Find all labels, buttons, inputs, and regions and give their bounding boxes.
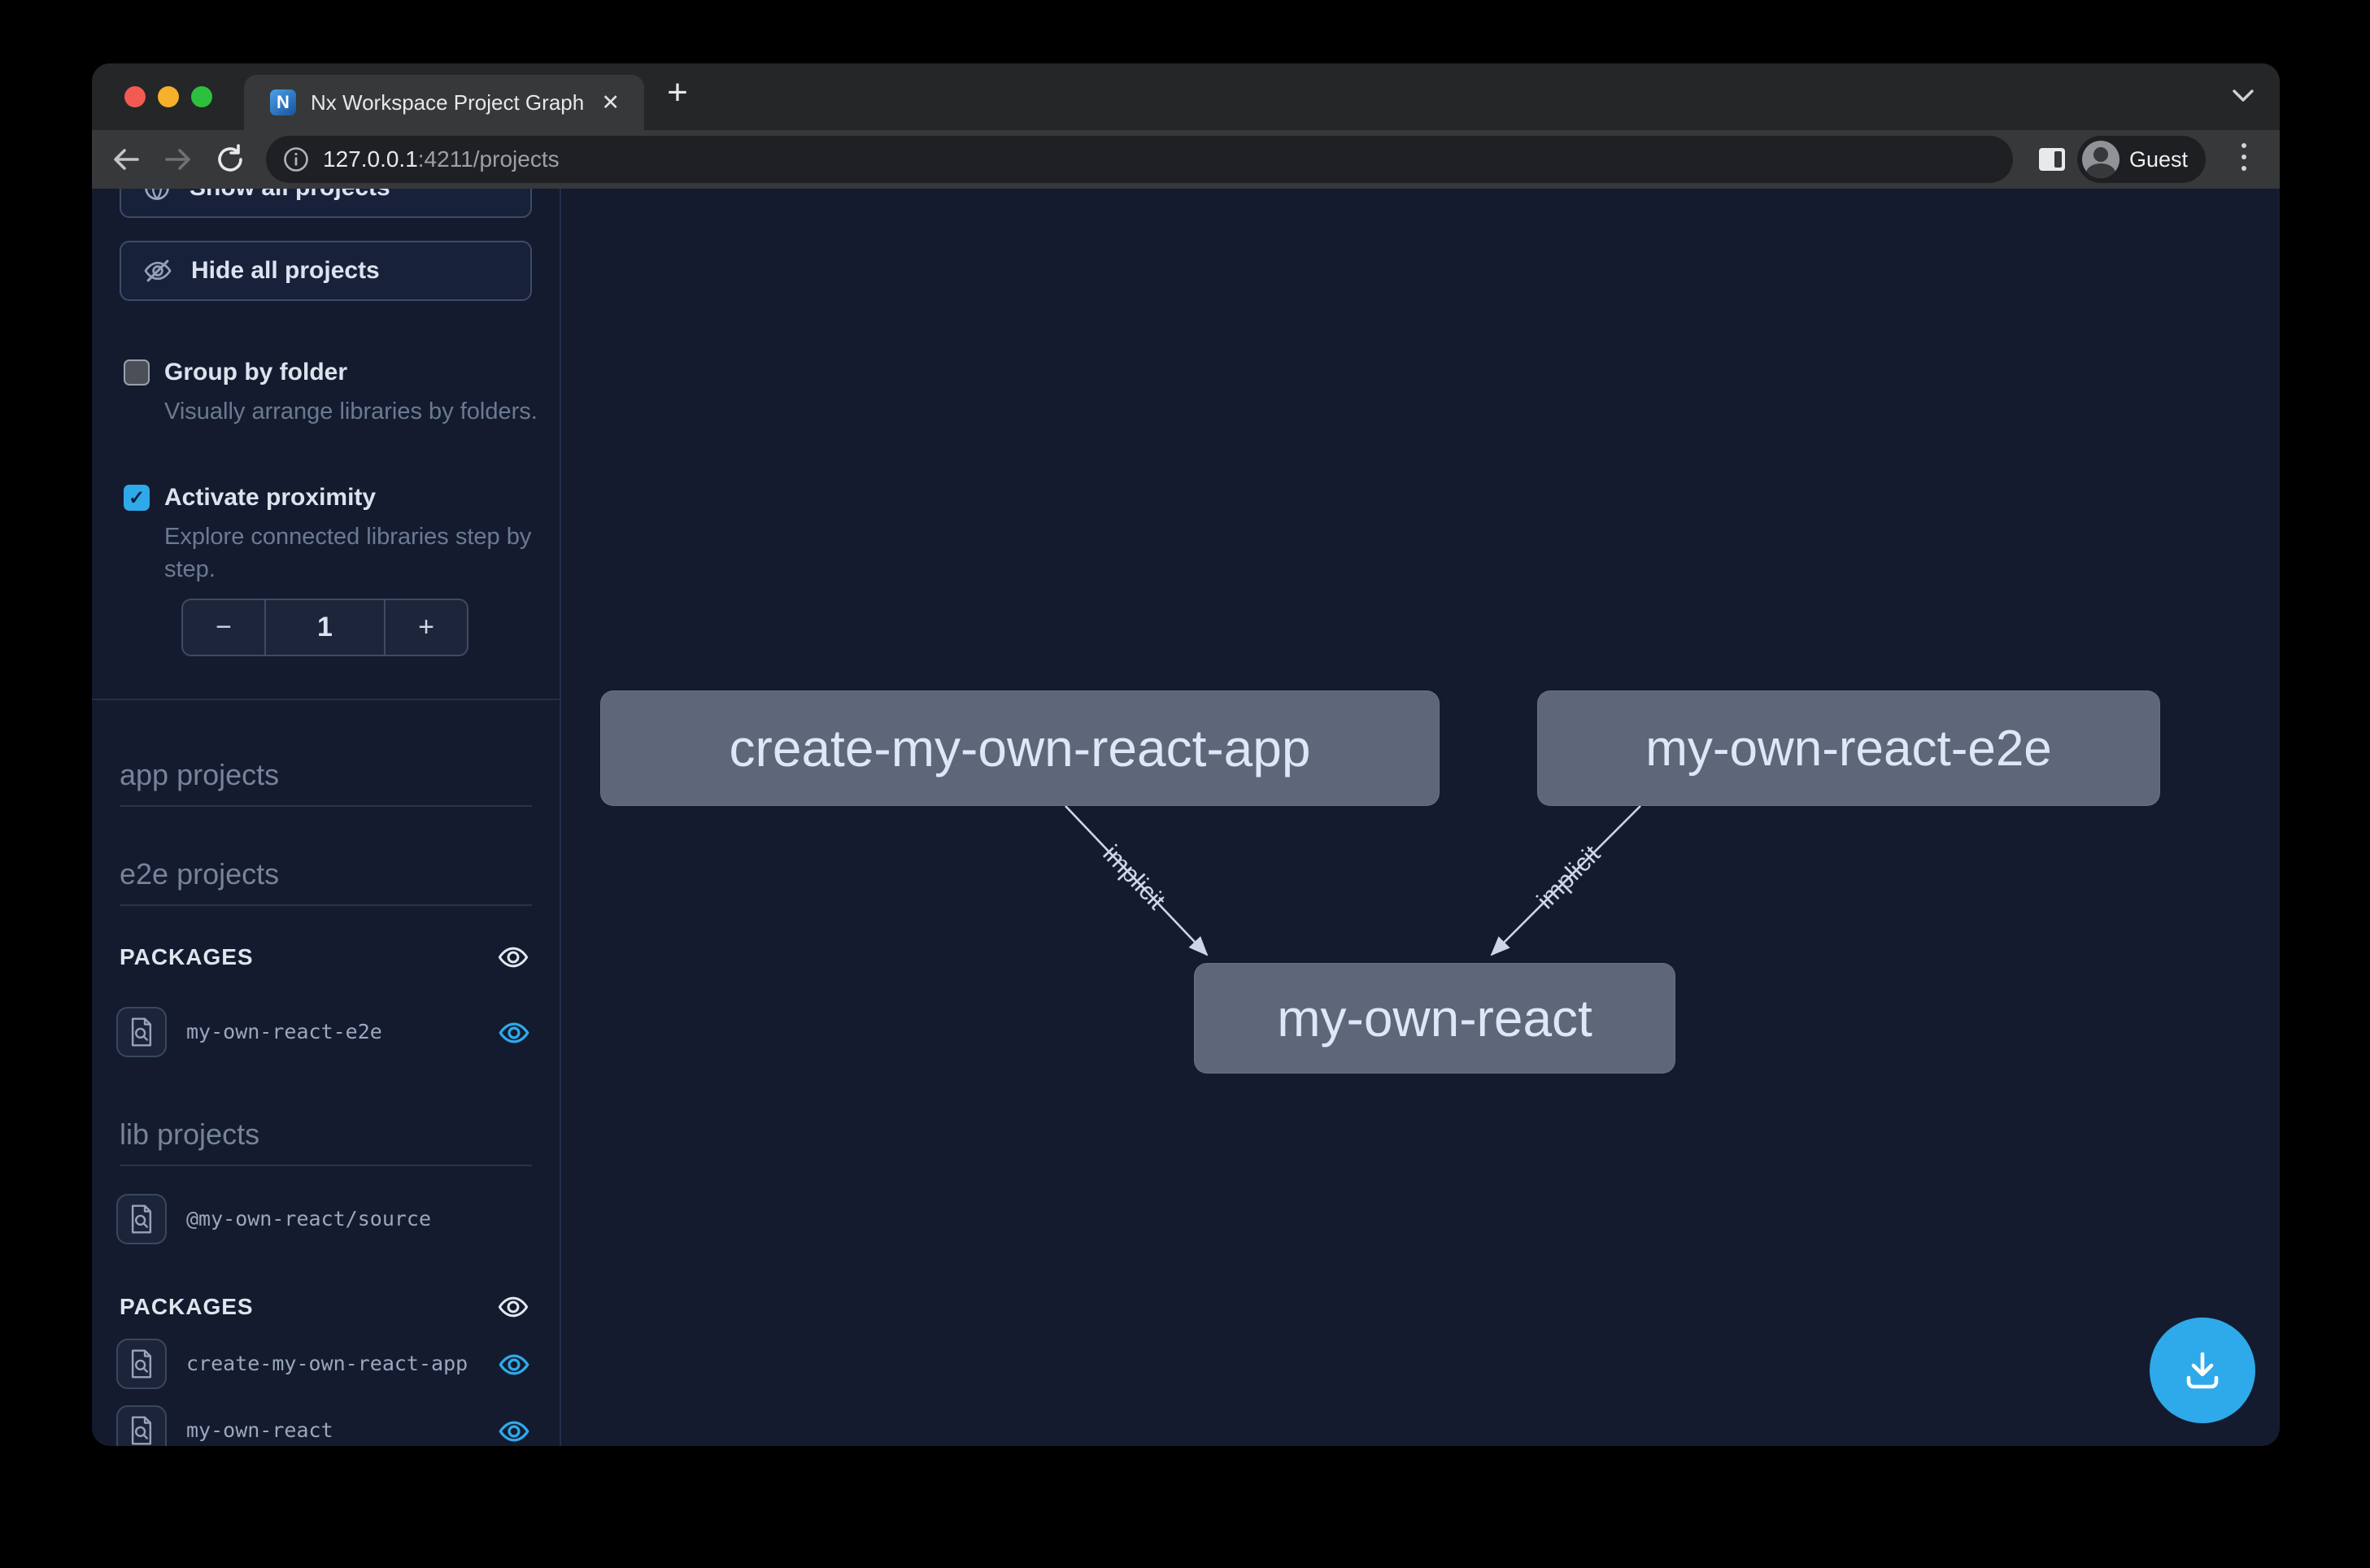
- zoom-window-button[interactable]: [191, 86, 212, 107]
- project-row[interactable]: @my-own-react/source: [92, 1192, 561, 1246]
- url-text: 127.0.0.1:4211/projects: [323, 146, 560, 172]
- project-name[interactable]: @my-own-react/source: [186, 1192, 431, 1246]
- app-projects-heading: app projects: [120, 758, 532, 807]
- back-button[interactable]: [100, 137, 152, 182]
- nx-favicon-icon: N: [270, 89, 296, 115]
- avatar-icon: [2082, 141, 2119, 178]
- download-icon: [2176, 1344, 2228, 1396]
- window-controls: [124, 86, 212, 107]
- browser-window: N Nx Workspace Project Graph ✕ +: [92, 63, 2280, 1446]
- reload-button[interactable]: [204, 137, 256, 182]
- group-by-folder-checkbox[interactable]: [124, 359, 150, 385]
- tab-strip: N Nx Workspace Project Graph ✕ +: [92, 63, 2280, 130]
- activate-proximity-checkbox[interactable]: ✓: [124, 485, 150, 511]
- download-graph-button[interactable]: [2150, 1318, 2255, 1423]
- group-by-folder-label: Group by folder: [164, 359, 347, 385]
- lib-projects-heading: lib projects: [120, 1117, 532, 1166]
- page-content: Show all projects Hide all projects Grou…: [92, 189, 2280, 1446]
- proximity-stepper: − 1 +: [181, 599, 468, 656]
- project-row[interactable]: my-own-react: [92, 1404, 561, 1446]
- tab-search-chevron-icon[interactable]: [2231, 88, 2255, 104]
- url-path: :4211/projects: [418, 146, 560, 172]
- project-visible-eye-icon[interactable]: [497, 1016, 531, 1050]
- e2e-packages-eye-icon[interactable]: [496, 940, 530, 974]
- minimize-window-button[interactable]: [158, 86, 179, 107]
- browser-toolbar: 127.0.0.1:4211/projects Guest: [92, 130, 2280, 189]
- show-all-projects-label: Show all projects: [190, 189, 390, 202]
- browser-menu-button[interactable]: [2236, 143, 2252, 171]
- file-search-icon[interactable]: [116, 1405, 167, 1446]
- browser-tab[interactable]: N Nx Workspace Project Graph ✕: [244, 75, 644, 130]
- activate-proximity-description: Explore connected libraries step by step…: [164, 520, 547, 586]
- hide-all-projects-button[interactable]: Hide all projects: [120, 241, 532, 301]
- profile-chip[interactable]: Guest: [2077, 136, 2206, 183]
- site-info-icon[interactable]: [282, 146, 310, 173]
- url-host: 127.0.0.1: [323, 146, 418, 172]
- edge-label: implicit: [1097, 839, 1171, 915]
- proximity-decrement-button[interactable]: −: [183, 600, 266, 655]
- project-visible-eye-icon[interactable]: [497, 1348, 531, 1382]
- projects-sidebar: Show all projects Hide all projects Grou…: [92, 189, 561, 1446]
- group-by-folder-description: Visually arrange libraries by folders.: [164, 395, 547, 428]
- activate-proximity-option: ✓ Activate proximity Explore connected l…: [124, 481, 530, 586]
- side-panel-icon[interactable]: [2037, 146, 2067, 172]
- edge-label: implicit: [1531, 839, 1606, 914]
- lib-packages-header: PACKAGES: [120, 1288, 532, 1326]
- project-row[interactable]: create-my-own-react-app: [92, 1337, 561, 1391]
- lib-packages-label: PACKAGES: [120, 1294, 254, 1319]
- profile-name: Guest: [2129, 147, 2188, 172]
- close-window-button[interactable]: [124, 86, 146, 107]
- tab-title: Nx Workspace Project Graph: [311, 90, 584, 115]
- show-all-projects-button[interactable]: Show all projects: [120, 189, 532, 218]
- lib-packages-eye-icon[interactable]: [496, 1290, 530, 1324]
- sidebar-section-divider: [92, 699, 561, 700]
- graph-node-my-own-react-e2e[interactable]: my-own-react-e2e: [1537, 690, 2160, 806]
- project-visible-eye-icon[interactable]: [497, 1414, 531, 1446]
- graph-edges: implicit implicit: [561, 189, 2280, 1446]
- file-search-icon[interactable]: [116, 1194, 167, 1244]
- project-name[interactable]: my-own-react-e2e: [186, 1005, 382, 1059]
- activate-proximity-label: Activate proximity: [164, 484, 376, 511]
- project-row[interactable]: my-own-react-e2e: [92, 1005, 561, 1059]
- new-tab-button[interactable]: +: [655, 70, 700, 115]
- e2e-packages-header: PACKAGES: [120, 939, 532, 976]
- project-graph-canvas[interactable]: implicit implicit create-my-own-react-ap…: [561, 189, 2280, 1446]
- project-name[interactable]: my-own-react: [186, 1404, 333, 1446]
- tab-close-icon[interactable]: ✕: [601, 90, 620, 115]
- group-by-folder-option: Group by folder Visually arrange librari…: [124, 356, 530, 428]
- hide-all-projects-label: Hide all projects: [191, 257, 380, 285]
- file-search-icon[interactable]: [116, 1339, 167, 1389]
- graph-node-create-my-own-react-app[interactable]: create-my-own-react-app: [600, 690, 1440, 806]
- project-name[interactable]: create-my-own-react-app: [186, 1337, 468, 1391]
- graph-node-my-own-react[interactable]: my-own-react: [1194, 963, 1675, 1074]
- e2e-projects-heading: e2e projects: [120, 857, 532, 906]
- url-bar[interactable]: 127.0.0.1:4211/projects: [266, 136, 2013, 183]
- forward-button[interactable]: [152, 137, 204, 182]
- file-search-icon[interactable]: [116, 1007, 167, 1057]
- proximity-increment-button[interactable]: +: [384, 600, 467, 655]
- eye-off-icon: [142, 255, 173, 286]
- e2e-packages-label: PACKAGES: [120, 944, 254, 969]
- proximity-value: 1: [266, 600, 384, 655]
